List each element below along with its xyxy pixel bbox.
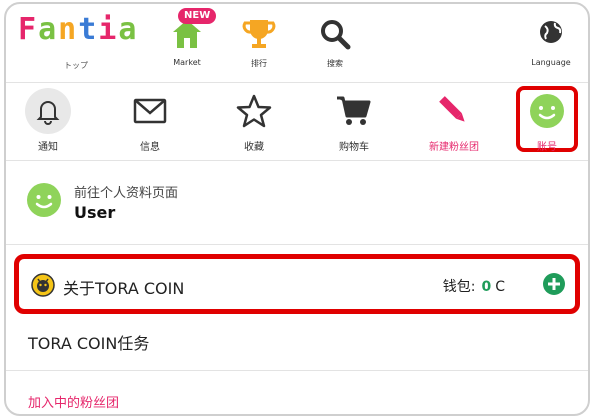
tora-coin-row[interactable]: 关于TORA COIN 钱包: 0 C	[14, 254, 580, 314]
globe-icon	[540, 21, 562, 43]
bell-bg	[25, 88, 71, 134]
pencil-icon	[439, 96, 465, 122]
account-label: 账号	[537, 142, 557, 153]
nav-cart[interactable]: 购物车	[314, 88, 394, 153]
divider	[6, 82, 588, 83]
add-coin-button[interactable]	[543, 273, 565, 295]
new-fanclub-label: 新建粉丝团	[429, 142, 479, 153]
wallet-label: 钱包:	[442, 279, 476, 295]
tora-mission-link[interactable]: TORA COIN任务	[28, 330, 149, 354]
star-icon	[236, 94, 272, 128]
nav-notifications[interactable]: 通知	[8, 88, 88, 153]
cart-icon	[337, 96, 371, 125]
coin-icon	[31, 273, 55, 297]
fantia-logo[interactable]: Fantia トップ	[18, 12, 139, 71]
username: User	[74, 203, 116, 222]
market-label: Market	[173, 58, 201, 67]
nav-messages[interactable]: 信息	[110, 88, 190, 153]
logo-text: Fantia	[18, 12, 139, 47]
notify-label: 通知	[38, 142, 58, 153]
search-icon	[321, 20, 351, 50]
profile-link[interactable]: 前往个人资料页面 User	[6, 170, 588, 240]
language-label: Language	[531, 58, 571, 67]
bell-icon	[36, 101, 60, 125]
favorites-label: 收藏	[244, 142, 264, 153]
app-frame: Fantia トップ Market NEW 排行 搜索 Language 通知 …	[4, 2, 590, 416]
ranking-label: 排行	[251, 59, 267, 68]
divider	[6, 244, 588, 245]
trophy-icon	[242, 20, 276, 48]
top-caption: トップ	[64, 61, 88, 70]
new-badge: NEW	[178, 8, 217, 24]
divider	[6, 160, 588, 161]
balance-unit: C	[495, 279, 505, 295]
nav-favorites[interactable]: 收藏	[214, 88, 294, 153]
nav-account[interactable]: 账号	[507, 88, 587, 153]
profile-goto-label: 前往个人资料页面	[74, 186, 179, 201]
top-header: Fantia トップ Market NEW 排行 搜索 Language	[6, 4, 588, 82]
nav-language[interactable]: Language	[516, 12, 586, 67]
joined-fanclubs-link[interactable]: 加入中的粉丝团	[28, 392, 119, 411]
nav-search[interactable]: 搜索	[300, 12, 370, 68]
messages-label: 信息	[140, 142, 160, 153]
cart-label: 购物车	[339, 142, 369, 153]
search-label: 搜索	[327, 59, 343, 68]
nav-ranking[interactable]: 排行	[224, 12, 294, 68]
envelope-icon	[133, 98, 167, 124]
wallet-balance: 钱包: 0 C	[443, 276, 505, 296]
plus-icon	[548, 278, 560, 290]
nav-new-fanclub[interactable]: 新建粉丝团	[414, 88, 494, 153]
smiley-avatar-icon	[530, 94, 564, 128]
user-nav: 通知 信息 收藏 购物车 新建粉丝团 账号	[6, 86, 588, 160]
smiley-avatar-icon	[27, 183, 61, 217]
tora-about-label: 关于TORA COIN	[63, 279, 185, 298]
divider	[6, 370, 588, 371]
balance-value: 0	[481, 279, 492, 295]
